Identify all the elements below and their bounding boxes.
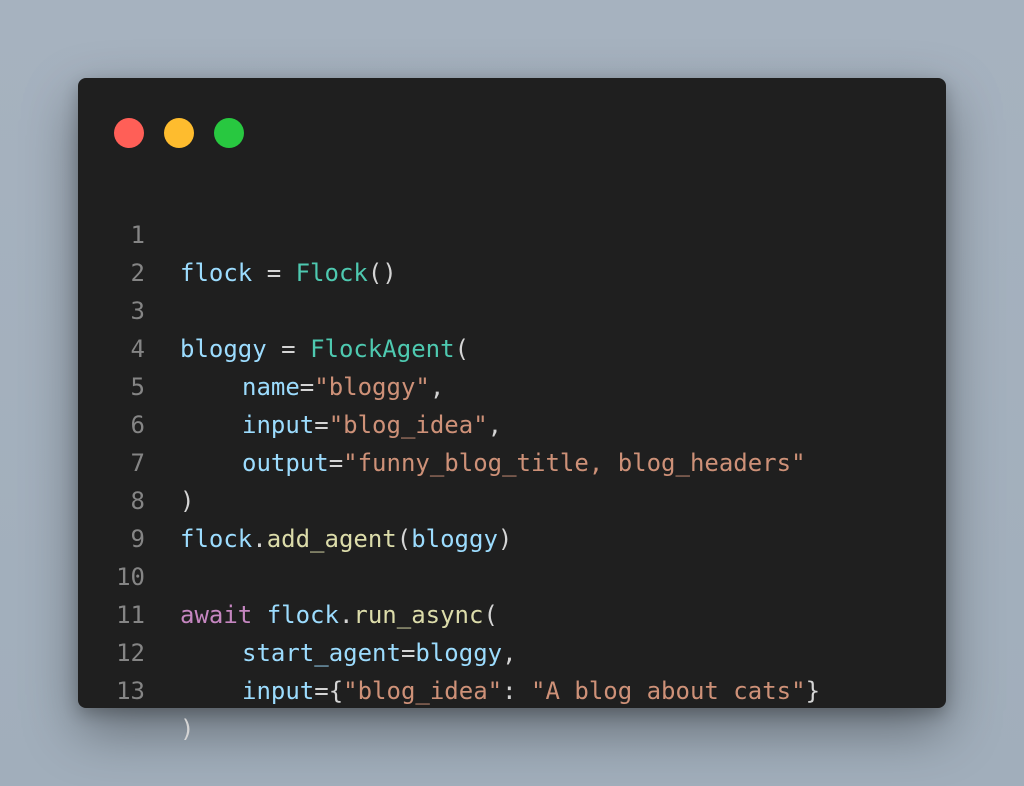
code-line: 8 flock.add_agent(bloggy) xyxy=(78,444,946,553)
window-controls xyxy=(114,118,244,148)
code-line: 3 bloggy = FlockAgent( xyxy=(78,254,946,363)
token-parameter: input xyxy=(242,677,315,705)
token-punctuation: : xyxy=(502,677,532,705)
code-line: 9 xyxy=(78,482,946,553)
token-operator: = xyxy=(314,677,329,705)
code-line: 1 flock = Flock() xyxy=(78,178,946,287)
code-line: 10 await flock.run_async( xyxy=(78,520,946,629)
line-content: input={"blog_idea": "A blog about cats"} xyxy=(180,672,820,710)
code-window: 1 flock = Flock() 2 3 bloggy = FlockAgen… xyxy=(78,78,946,743)
line-content: ) xyxy=(180,710,194,748)
code-line: 12 input={"blog_idea": "A blog about cat… xyxy=(78,596,946,705)
code-line: 11 start_agent=bloggy, xyxy=(78,558,946,667)
code-line: 2 xyxy=(78,216,946,287)
code-line: 7 ) xyxy=(78,406,946,515)
minimize-dot-icon[interactable] xyxy=(164,118,194,148)
code-line: 5 input="blog_idea", xyxy=(78,330,946,439)
code-line: 4 name="bloggy", xyxy=(78,292,946,401)
line-number: 13 xyxy=(116,677,145,705)
token-string: "blog_idea" xyxy=(343,677,503,705)
close-dot-icon[interactable] xyxy=(114,118,144,148)
maximize-dot-icon[interactable] xyxy=(214,118,244,148)
code-block: 1 flock = Flock() 2 3 bloggy = FlockAgen… xyxy=(78,178,946,743)
token-punctuation: ) xyxy=(180,715,195,743)
token-punctuation: { xyxy=(328,677,344,705)
code-line: 6 output="funny_blog_title, blog_headers… xyxy=(78,368,946,477)
code-line: 13 ) xyxy=(78,634,946,743)
token-punctuation: } xyxy=(805,677,821,705)
token-string: "A blog about cats" xyxy=(531,677,806,705)
